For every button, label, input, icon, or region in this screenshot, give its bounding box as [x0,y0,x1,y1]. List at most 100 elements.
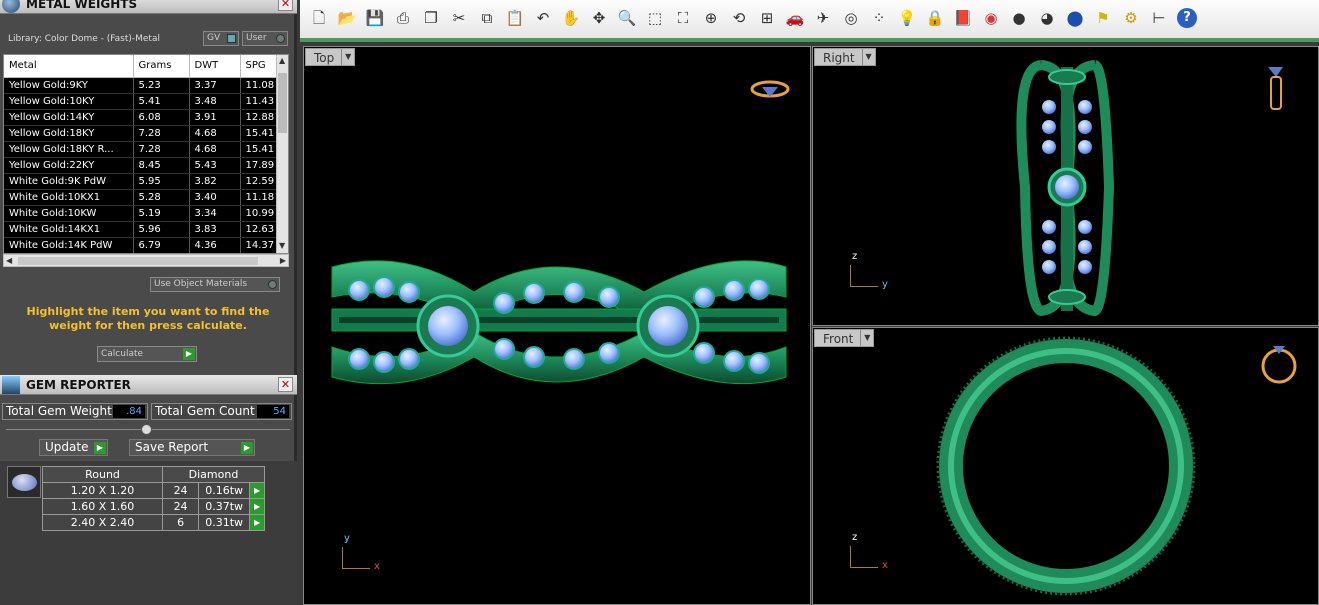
pan-hand-icon[interactable]: ✋ [561,8,581,28]
paste-icon[interactable]: 📋 [505,8,525,28]
update-button[interactable]: Update ▶ [39,439,108,456]
total-gem-weight: Total Gem Weight .84 [2,403,148,420]
user-toggle[interactable]: User [242,31,288,46]
horizontal-scrollbar[interactable]: ◀ ▶ [3,254,289,267]
table-row[interactable]: Yellow Gold:14KY 6.08 3.91 12.88 [4,109,288,126]
new-icon[interactable]: 🗋 [309,8,329,28]
save-icon[interactable]: 💾 [365,8,385,28]
close-icon[interactable]: ✕ [278,377,293,392]
table-row[interactable]: Yellow Gold:18KY R... 7.28 4.68 15.41 [4,141,288,158]
table-cell: Yellow Gold:18KY [4,125,134,142]
print-icon[interactable]: ⎙ [393,8,413,28]
table-row[interactable]: White Gold:10KX1 5.28 3.40 11.18 [4,189,288,206]
cut-icon[interactable]: ✂ [449,8,469,28]
gv-toggle[interactable]: GV [203,31,239,46]
zoom-window-icon[interactable]: ⬚ [645,8,665,28]
hierarchy-icon[interactable]: ⊢ [1149,8,1169,28]
book-icon[interactable]: 📕 [953,8,973,28]
gem-row[interactable]: 1.20 X 1.20 24 0.16tw ▶ [42,482,265,499]
gem-stone [598,286,620,308]
points-icon[interactable]: ⁘ [869,8,889,28]
gem-stone [1078,120,1092,134]
car-icon[interactable]: 🚗 [785,8,805,28]
scrollbar-thumb[interactable] [18,257,258,265]
metal-weights-titlebar[interactable]: METAL WEIGHTS ✕ [0,0,297,14]
table-row[interactable]: White Gold:9K PdW 5.95 3.82 12.59 [4,173,288,190]
column-header[interactable]: Metal [4,55,134,78]
scroll-right-icon[interactable]: ▶ [280,256,286,265]
viewport-front[interactable]: Front ▼ z x [812,327,1319,605]
column-header[interactable]: Grams [133,55,190,78]
axis-gizmo-top: y x [336,533,386,575]
sphere-gray-icon[interactable]: ● [1009,8,1029,28]
vertical-scrollbar[interactable]: ▲ ▼ [276,55,288,253]
gem-row[interactable]: 2.40 X 2.40 6 0.31tw ▶ [42,514,265,531]
table-row[interactable]: Yellow Gold:10KY 5.41 3.48 11.43 [4,93,288,110]
rotate-view-icon[interactable]: ⟲ [729,8,749,28]
table-row[interactable]: Yellow Gold:22KY 8.45 5.43 17.89 [4,157,288,174]
viewport-right[interactable]: Right ▼ z y [812,46,1319,326]
lock-icon[interactable]: 🔒 [925,8,945,28]
play-icon[interactable]: ▶ [249,514,265,531]
table-row[interactable]: Yellow Gold:9KY 5.23 3.37 11.08 [4,77,288,94]
gem-stone [348,348,370,370]
table-row[interactable]: White Gold:10KW 5.19 3.34 10.99 [4,205,288,222]
copy-page-icon[interactable]: ❐ [421,8,441,28]
zoom-selected-icon[interactable]: ⊕ [701,8,721,28]
scrollbar-thumb[interactable] [278,73,287,133]
table-cell: White Gold:14KX1 [4,221,134,238]
play-icon[interactable]: ▶ [249,482,265,499]
metal-weights-icon [2,0,20,13]
table-cell: 4.36 [189,237,241,253]
viewport-top[interactable]: Top ▼ y x [303,46,811,605]
gem-stone [563,281,585,303]
light-bulb-icon[interactable]: 💡 [897,8,917,28]
color-wheel-icon[interactable]: ◉ [981,8,1001,28]
table-cell: 5.96 [133,221,190,238]
total-gem-count-value: 54 [257,405,289,418]
gem-reporter-titlebar[interactable]: GEM REPORTER ✕ [0,375,297,395]
move-icon[interactable]: ✥ [589,8,609,28]
zoom-icon[interactable]: 🔍 [617,8,637,28]
table-cell: White Gold:10KW [4,205,134,222]
flag-icon[interactable]: ⚑ [1093,8,1113,28]
calculate-button[interactable]: Calculate ▶ [97,346,197,362]
gem-stone [1042,120,1056,134]
column-header[interactable]: DWT [189,55,241,78]
scroll-left-icon[interactable]: ◀ [6,256,12,265]
table-cell: 3.37 [189,77,241,94]
close-icon[interactable]: ✕ [278,0,293,11]
gem-stone [373,276,395,298]
table-row[interactable]: Yellow Gold:18KY 7.28 4.68 15.41 [4,125,288,142]
table-row[interactable]: White Gold:14KX1 5.96 3.83 12.63 [4,221,288,238]
table-row[interactable]: White Gold:14K PdW 6.79 4.36 14.37 [4,237,288,253]
help-icon[interactable]: ? [1177,8,1197,28]
gear-icon[interactable]: ⚙ [1121,8,1141,28]
axis-z-label: z [852,251,858,262]
plane-icon[interactable]: ✈ [813,8,833,28]
sphere-blue-icon[interactable]: ⬤ [1065,8,1085,28]
gem-thumbnail[interactable] [7,466,41,498]
scroll-up-icon[interactable]: ▲ [279,56,285,65]
four-views-icon[interactable]: ⊞ [757,8,777,28]
toggle-icon [268,280,277,289]
use-object-materials-toggle[interactable]: Use Object Materials [150,277,280,292]
play-icon[interactable]: ▶ [249,498,265,515]
gem-row[interactable]: 1.60 X 1.60 24 0.37tw ▶ [42,498,265,515]
slider-handle[interactable] [141,424,152,435]
table-cell: Yellow Gold:22KY [4,157,134,174]
gem-table: Round Diamond 1.20 X 1.20 24 0.16tw ▶ 1.60 X… [42,466,265,531]
copy-icon[interactable]: ⧉ [477,8,497,28]
metal-table[interactable]: Metal Grams DWT SPG Yellow Gold:9KY 5.23 3.37… [3,54,289,254]
table-cell: 8.45 [133,157,190,174]
open-icon[interactable]: 📂 [337,8,357,28]
save-report-button[interactable]: Save Report ▶ [129,439,255,456]
undo-icon[interactable]: ↶ [533,8,553,28]
zoom-extents-icon[interactable]: ⛶ [673,8,693,28]
table-cell: 3.48 [189,93,241,110]
sphere-dark-icon[interactable]: ◕ [1037,8,1057,28]
scroll-down-icon[interactable]: ▼ [279,241,285,250]
target-icon[interactable]: ◎ [841,8,861,28]
table-cell: 6.79 [133,237,190,253]
axis-z-label: z [852,532,858,543]
